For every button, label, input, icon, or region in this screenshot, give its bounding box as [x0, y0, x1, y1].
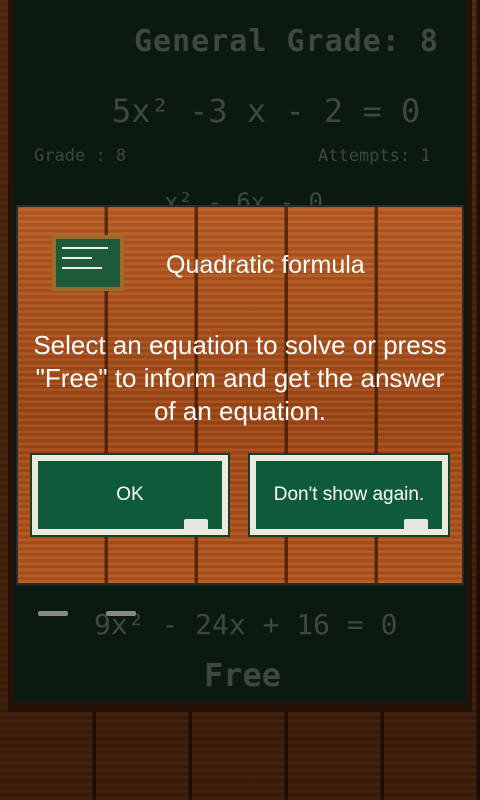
- dont-show-again-label: Don't show again.: [273, 484, 425, 505]
- ok-button-label: OK: [116, 484, 144, 505]
- eraser-icon: [404, 519, 428, 529]
- eraser-icon: [184, 519, 208, 529]
- dialog-title: Quadratic formula: [166, 251, 365, 279]
- ok-button[interactable]: OK: [30, 453, 230, 537]
- dialog-message: Select an equation to solve or press "Fr…: [33, 330, 447, 426]
- chalkboard-icon: [52, 235, 124, 291]
- dont-show-again-button[interactable]: Don't show again.: [248, 453, 450, 537]
- quadratic-formula-dialog: Quadratic formula Select an equation to …: [16, 205, 464, 585]
